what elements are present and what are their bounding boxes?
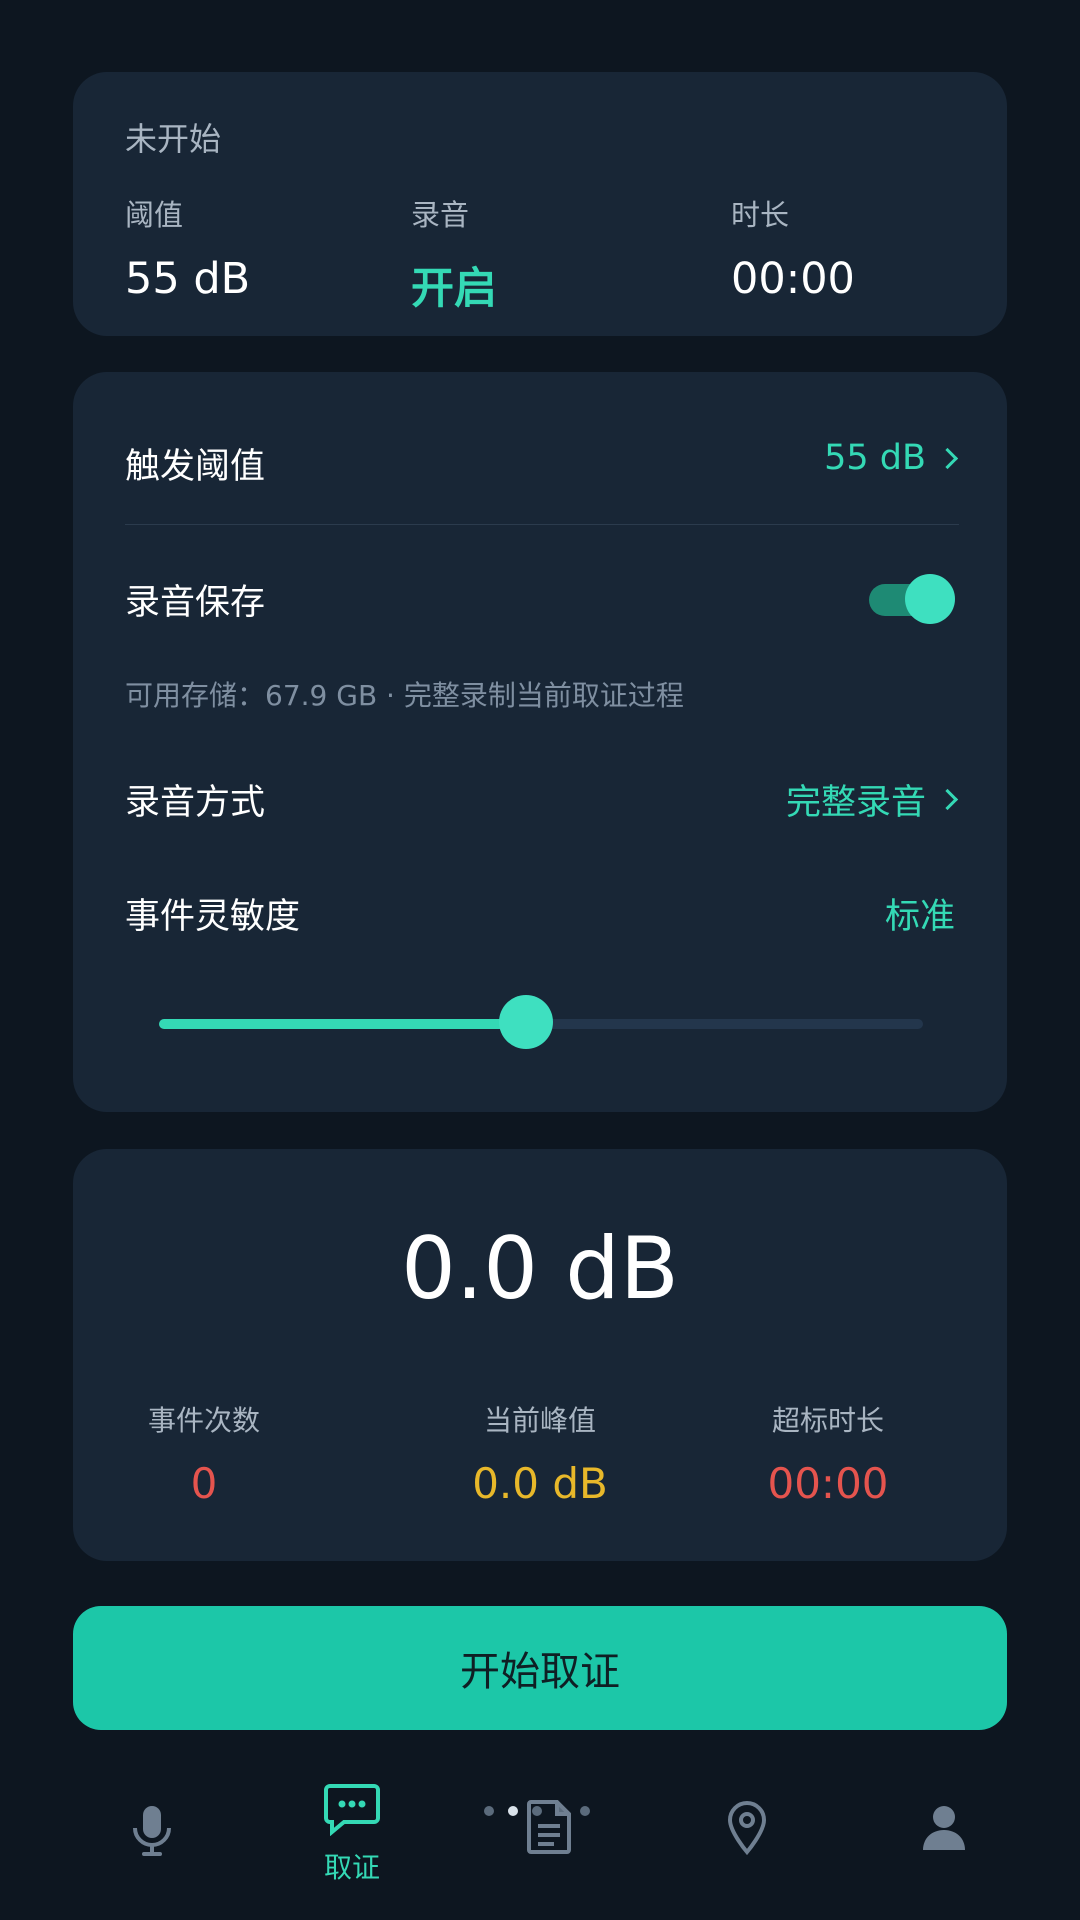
status-title: 未开始 [125,120,222,158]
current-db-value: 0.0 dB [401,1219,679,1319]
start-evidence-button[interactable]: 开始取证 [73,1606,1007,1730]
record-mode-value: 完整录音 [785,783,926,823]
message-icon [324,1784,380,1836]
recording-value: 开启 [411,264,497,314]
events-label: 事件次数 [147,1404,260,1437]
peak-value: 0.0 dB [472,1459,608,1508]
divider [125,524,959,525]
mic-icon [133,1806,171,1856]
threshold-stat: 阈值 55 dB [125,192,250,304]
peak-label: 当前峰值 [483,1404,596,1437]
record-mode-label: 录音方式 [125,783,266,823]
events-metric: 事件次数 0 [84,1399,324,1508]
nav-item-profile[interactable] [884,1804,1004,1852]
chevron-right-icon [936,788,959,811]
record-mode-value-wrap: 完整录音 [785,774,959,825]
duration-label: 时长 [731,198,790,232]
threshold-value: 55 dB [125,254,251,304]
record-save-toggle[interactable] [869,574,955,624]
recording-label: 录音 [411,198,470,232]
trigger-threshold-row[interactable]: 触发阈值 55 dB [73,424,1007,504]
sensitivity-label: 事件灵敏度 [125,897,301,937]
nav-label-evidence: 取证 [323,1851,380,1884]
duration-value: 00:00 [731,254,855,304]
trigger-threshold-value-wrap: 55 dB [824,438,959,478]
settings-card: 触发阈值 55 dB 录音保存 可用存储：67.9 GB · 完整录制当前取证过… [73,372,1007,1112]
storage-hint: 可用存储：67.9 GB · 完整录制当前取证过程 [125,679,684,712]
threshold-label: 阈值 [125,198,184,232]
trigger-threshold-value: 55 dB [824,438,926,478]
chevron-right-icon [936,447,959,469]
meter-card: 0.0 dB 事件次数 0 当前峰值 0.0 dB 超标时长 00:00 [73,1149,1007,1561]
peak-metric: 当前峰值 0.0 dB [420,1399,660,1508]
location-icon [727,1800,767,1856]
events-value: 0 [190,1459,218,1508]
slider-knob[interactable] [498,995,553,1049]
sensitivity-slider[interactable] [159,995,923,1051]
over-duration-value: 00:00 [767,1459,889,1508]
over-duration-metric: 超标时长 00:00 [708,1399,948,1508]
duration-stat: 时长 00:00 [731,192,855,304]
recording-stat: 录音 开启 [411,192,497,316]
slider-fill [159,1019,526,1029]
status-card: 未开始 阈值 55 dB 录音 开启 时长 00:00 [73,72,1007,336]
nav-item-location[interactable] [687,1800,807,1856]
nav-item-evidence[interactable]: 取证 [292,1782,412,1886]
person-icon [923,1806,965,1850]
over-duration-label: 超标时长 [771,1404,884,1437]
toggle-knob [905,574,955,624]
sensitivity-value: 标准 [884,897,955,937]
nav-item-record[interactable] [92,1804,212,1858]
record-mode-row[interactable]: 录音方式 完整录音 [73,762,1007,842]
record-save-label: 录音保存 [125,583,266,623]
nav-item-documents[interactable] [490,1798,610,1854]
trigger-threshold-label: 触发阈值 [125,447,266,487]
bottom-nav: 取证 [0,1760,1080,1920]
document-icon [527,1800,571,1854]
